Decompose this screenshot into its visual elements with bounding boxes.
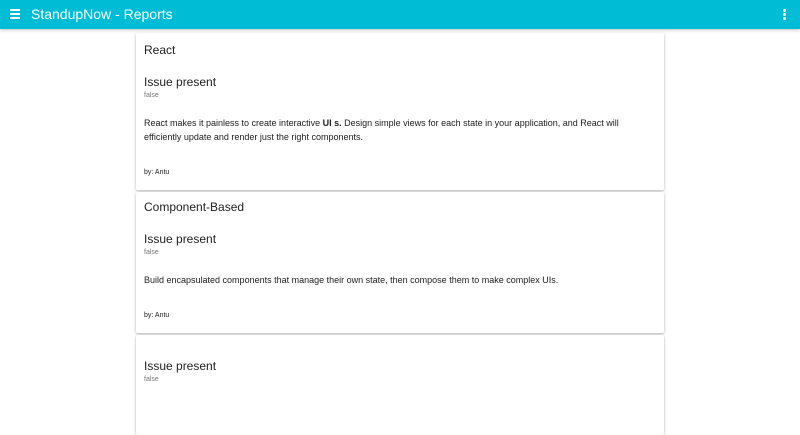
- issue-label: Issue present: [144, 232, 217, 246]
- issue-label: Issue present: [144, 75, 217, 89]
- report-text: React makes it painless to create intera…: [144, 116, 654, 144]
- report-card: Component-Based Issue present false Buil…: [136, 192, 664, 333]
- report-text-bold: UI s.: [322, 118, 342, 128]
- more-vert-icon[interactable]: [783, 9, 786, 20]
- issue-value: false: [144, 92, 159, 99]
- report-author: by: Antu: [144, 169, 170, 176]
- app-bar: StandupNow - Reports: [0, 0, 800, 29]
- report-card: React Issue present false React makes it…: [136, 33, 664, 190]
- issue-value: false: [144, 376, 159, 383]
- report-card: Issue present false: [136, 335, 664, 435]
- report-text: Build encapsulated components that manag…: [144, 275, 559, 285]
- issue-label: Issue present: [144, 359, 217, 373]
- issue-value: false: [144, 249, 159, 256]
- report-text-part: React makes it painless to create intera…: [144, 118, 323, 128]
- report-author: by: Antu: [144, 312, 170, 319]
- report-title: React: [144, 43, 176, 57]
- app-title: StandupNow - Reports: [31, 6, 173, 22]
- report-title: Component-Based: [144, 200, 245, 214]
- hamburger-menu-icon[interactable]: [10, 9, 20, 19]
